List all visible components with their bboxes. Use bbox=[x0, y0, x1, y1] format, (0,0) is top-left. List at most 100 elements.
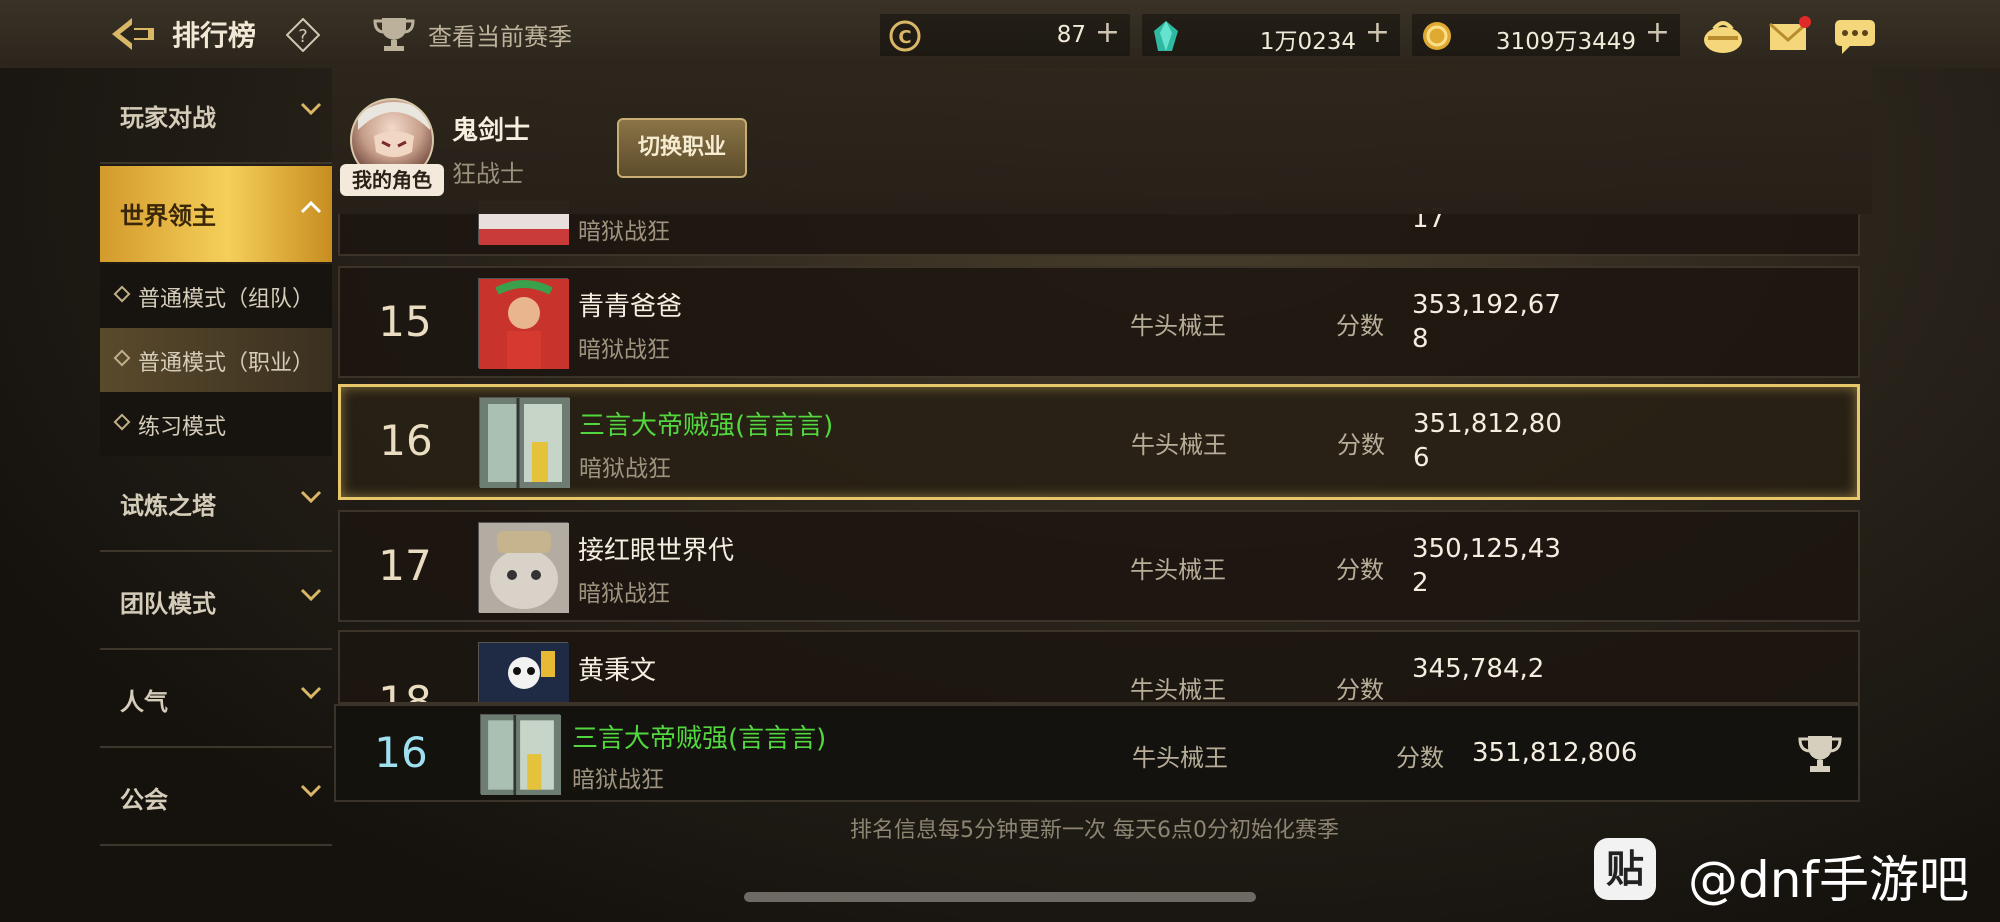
chevron-up-icon bbox=[300, 200, 322, 214]
player-score: 351,812,806 bbox=[1413, 409, 1562, 473]
sidebar-item-trial-tower[interactable]: 试炼之塔 bbox=[100, 456, 332, 552]
switch-class-button[interactable]: 切换职业 bbox=[617, 118, 747, 178]
score-label: 分数 bbox=[1337, 431, 1385, 459]
season-link[interactable]: 查看当前赛季 bbox=[372, 14, 572, 54]
diamond-icon bbox=[113, 349, 131, 367]
my-avatar bbox=[480, 714, 561, 795]
ranking-row[interactable]: 18 黄秉文 牛头械王 分数 345,784,2 bbox=[338, 630, 1860, 704]
boss-name: 牛头械王 bbox=[1131, 431, 1227, 459]
my-character-tag: 我的角色 bbox=[340, 164, 444, 196]
player-name: 接红眼世界代 bbox=[578, 536, 735, 566]
sidebar-item-popularity[interactable]: 人气 bbox=[100, 652, 332, 748]
my-boss-name: 牛头械王 bbox=[1132, 744, 1228, 772]
chevron-down-icon bbox=[300, 784, 322, 798]
currency-gold: 3109万3449 + bbox=[1412, 14, 1680, 56]
rank-number: 18 bbox=[378, 677, 432, 704]
add-c-button[interactable]: + bbox=[1095, 18, 1120, 48]
player-name: 三言大帝贼强(言言言) bbox=[579, 411, 834, 441]
add-crystal-button[interactable]: + bbox=[1365, 18, 1390, 48]
ranking-row[interactable]: 17 接红眼世界代 暗狱战狂 牛头械王 分数 350,125,432 bbox=[338, 510, 1860, 622]
ranking-row[interactable]: 15 青青爸爸 暗狱战狂 牛头械王 分数 353,192,678 bbox=[338, 266, 1860, 378]
player-class: 暗狱战狂 bbox=[578, 337, 670, 363]
my-player-class: 暗狱战狂 bbox=[572, 767, 664, 793]
currency-crystal-value: 1万0234 bbox=[1259, 29, 1356, 55]
sidebar-item-label: 公会 bbox=[120, 786, 168, 814]
sidebar-item-team-mode[interactable]: 团队模式 bbox=[100, 554, 332, 650]
chevron-down-icon bbox=[300, 490, 322, 504]
coin-c-icon: C bbox=[889, 20, 921, 52]
player-avatar bbox=[478, 642, 569, 702]
tieba-logo: 贴 bbox=[1594, 838, 1656, 900]
sidebar-subitem-normal-class[interactable]: 普通模式（职业） bbox=[100, 328, 332, 392]
rank-number: 16 bbox=[379, 416, 433, 465]
mail-icon[interactable] bbox=[1766, 14, 1812, 56]
my-score-label: 分数 bbox=[1396, 744, 1444, 772]
sidebar-subitem-normal-team[interactable]: 普通模式（组队） bbox=[100, 264, 332, 328]
sidebar-subitem-label: 练习模式 bbox=[138, 415, 227, 440]
sidebar-item-label: 玩家对战 bbox=[120, 104, 216, 132]
chevron-down-icon bbox=[300, 102, 322, 116]
sidebar-item-guild[interactable]: 公会 bbox=[100, 750, 332, 846]
sidebar-item-label: 人气 bbox=[120, 688, 168, 716]
character-subclass: 狂战士 bbox=[452, 160, 524, 188]
sidebar-item-label: 世界领主 bbox=[120, 202, 216, 230]
player-score: 350,125,432 bbox=[1412, 534, 1561, 598]
my-score: 351,812,806 bbox=[1472, 738, 1638, 768]
sidebar-item-label: 团队模式 bbox=[120, 590, 216, 618]
boss-name: 牛头械王 bbox=[1130, 676, 1226, 704]
diamond-icon bbox=[113, 285, 131, 303]
score-label: 分数 bbox=[1336, 556, 1384, 584]
boss-name: 牛头械王 bbox=[1130, 556, 1226, 584]
score-label: 分数 bbox=[1336, 676, 1384, 704]
sidebar-subitem-practice[interactable]: 练习模式 bbox=[100, 392, 332, 456]
add-gold-button[interactable]: + bbox=[1645, 18, 1670, 48]
my-rank-number: 16 bbox=[374, 728, 428, 777]
sidebar-subitem-label: 普通模式（职业） bbox=[138, 351, 315, 376]
trophy-icon bbox=[373, 18, 415, 51]
chevron-down-icon bbox=[300, 588, 322, 602]
character-class: 鬼剑士 bbox=[452, 116, 531, 146]
my-rank-row[interactable]: 16 三言大帝贼强(言言言) 暗狱战狂 牛头械王 分数 351,812,806 bbox=[334, 704, 1860, 802]
rank-number: 17 bbox=[378, 541, 432, 590]
svg-text:?: ? bbox=[298, 26, 308, 47]
rank-number: 15 bbox=[378, 297, 432, 346]
ranking-row-highlighted[interactable]: 16 三言大帝贼强(言言言) 暗狱战狂 牛头械王 分数 351,812,806 bbox=[338, 384, 1860, 500]
player-avatar bbox=[479, 397, 570, 488]
player-avatar bbox=[478, 278, 569, 369]
sidebar-subitem-label: 普通模式（组队） bbox=[138, 287, 315, 312]
crystal-icon bbox=[1154, 21, 1178, 51]
player-class: 暗狱战狂 bbox=[578, 219, 670, 245]
home-indicator[interactable] bbox=[744, 892, 1256, 902]
chat-icon[interactable] bbox=[1832, 14, 1878, 56]
help-icon[interactable]: ? bbox=[286, 18, 320, 52]
player-score: 353,192,678 bbox=[1412, 290, 1561, 354]
currency-gold-value: 3109万3449 bbox=[1495, 29, 1636, 55]
sidebar-item-world-boss[interactable]: 世界领主 bbox=[100, 166, 332, 262]
ranking-update-note: 排名信息每5分钟更新一次 每天6点0分初始化赛季 bbox=[850, 818, 1339, 843]
player-class: 暗狱战狂 bbox=[579, 456, 671, 482]
currency-c-value: 87 bbox=[1056, 22, 1086, 48]
sidebar-item-pvp[interactable]: 玩家对战 bbox=[100, 68, 332, 164]
bag-icon[interactable] bbox=[1700, 14, 1746, 56]
player-class: 暗狱战狂 bbox=[578, 581, 670, 607]
diamond-icon bbox=[113, 413, 131, 431]
season-link-label: 查看当前赛季 bbox=[428, 22, 572, 51]
character-panel bbox=[332, 68, 1872, 214]
my-player-name: 三言大帝贼强(言言言) bbox=[572, 724, 827, 754]
page-title: 排行榜 bbox=[172, 19, 257, 52]
trophy-icon[interactable] bbox=[1796, 732, 1844, 776]
score-label: 分数 bbox=[1336, 312, 1384, 340]
sidebar-item-label: 试炼之塔 bbox=[120, 492, 216, 520]
player-score: 345,784,2 bbox=[1412, 654, 1545, 684]
chevron-down-icon bbox=[300, 686, 322, 700]
svg-text:C: C bbox=[898, 27, 911, 48]
player-name: 黄秉文 bbox=[578, 656, 657, 686]
currency-crystal: 1万0234 + bbox=[1142, 14, 1400, 56]
gold-coin-icon bbox=[1423, 22, 1451, 50]
currency-c: C 87 + bbox=[880, 14, 1130, 56]
boss-name: 牛头械王 bbox=[1130, 312, 1226, 340]
watermark-text: @dnf手游吧 bbox=[1688, 851, 1970, 909]
player-avatar bbox=[478, 522, 569, 613]
back-arrow-icon[interactable] bbox=[110, 14, 156, 54]
player-name: 青青爸爸 bbox=[578, 292, 683, 322]
